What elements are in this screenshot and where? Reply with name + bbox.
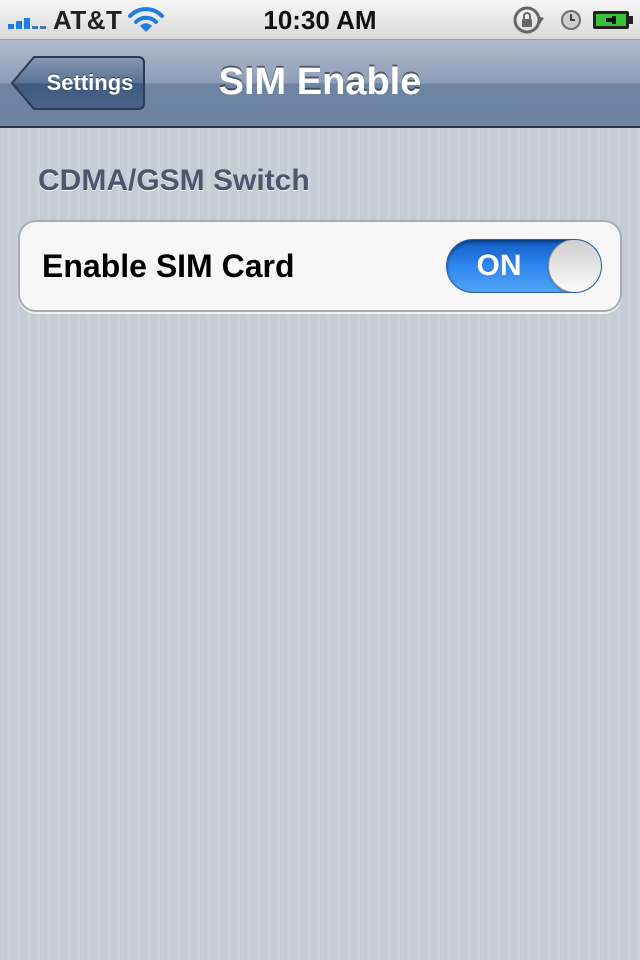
alarm-icon — [561, 10, 581, 30]
toggle-state-text: ON — [476, 249, 522, 282]
settings-group: Enable SIM Card ON — [18, 220, 622, 312]
toggle-knob[interactable] — [548, 240, 601, 292]
navigation-bar: Settings SIM Enable — [0, 40, 640, 128]
section-header: CDMA/GSM Switch — [38, 164, 310, 197]
enable-sim-toggle[interactable]: ON — [446, 239, 602, 293]
rotation-lock-icon — [513, 6, 544, 34]
page-title: SIM Enable — [218, 61, 422, 103]
status-bar: AT&T 10:30 AM — [0, 0, 640, 40]
enable-sim-label: Enable SIM Card — [42, 248, 295, 284]
battery-charging-icon — [593, 11, 633, 29]
